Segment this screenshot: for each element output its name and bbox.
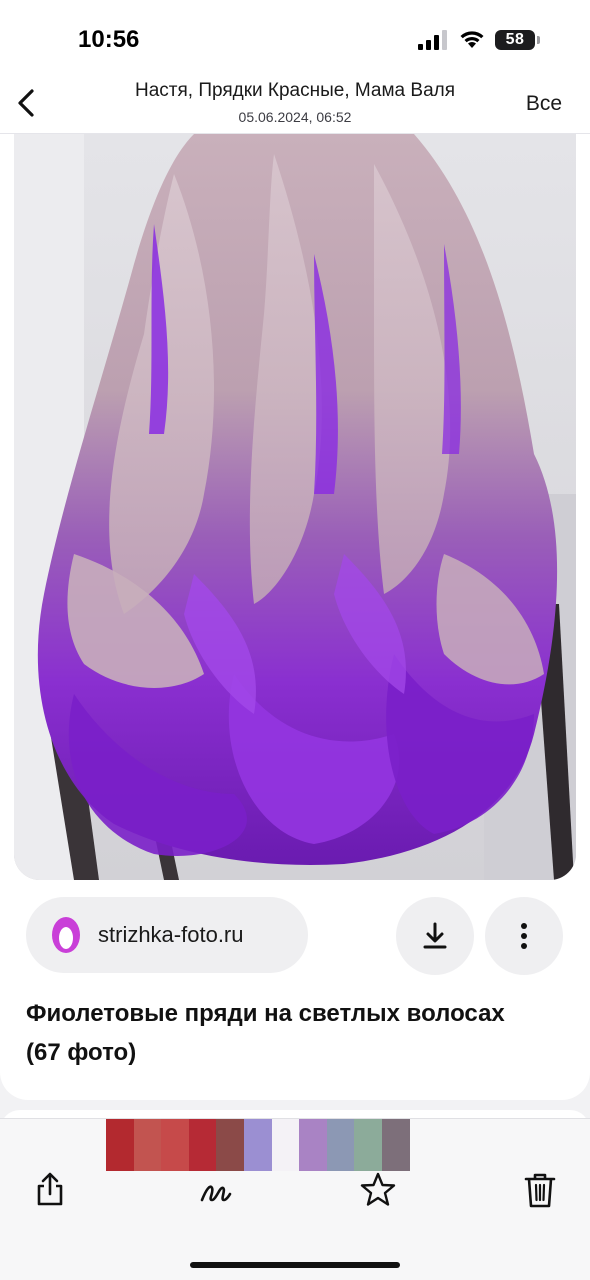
- page-title: Настя, Прядки Красные, Мама Валя: [134, 80, 456, 101]
- share-icon[interactable]: [30, 1170, 70, 1210]
- chevron-left-icon[interactable]: [12, 86, 42, 120]
- thumbnail-7[interactable]: [271, 1119, 300, 1171]
- pin-title: Фиолетовые пряди на светлых волосах (67 …: [26, 1000, 505, 1066]
- cellular-signal-icon: [418, 30, 447, 50]
- download-button[interactable]: [396, 897, 474, 975]
- all-button[interactable]: Все: [526, 92, 562, 116]
- status-bar: 10:56 58: [0, 0, 590, 80]
- thumbnail-6[interactable]: [243, 1119, 272, 1171]
- star-icon[interactable]: [358, 1170, 398, 1210]
- battery-icon: 58: [495, 30, 541, 50]
- thumbnail-2[interactable]: [133, 1119, 162, 1171]
- status-time: 10:56: [78, 26, 140, 53]
- home-indicator[interactable]: [190, 1262, 400, 1268]
- source-link[interactable]: strizhka-foto.ru: [26, 897, 308, 973]
- source-logo-icon: [52, 917, 80, 953]
- source-name: strizhka-foto.ru: [98, 922, 244, 947]
- wifi-icon: [460, 31, 484, 48]
- thumbnail-strip[interactable]: [106, 1119, 410, 1171]
- thumbnail-3[interactable]: [161, 1119, 189, 1171]
- page-subtitle: 05.06.2024, 06:52: [238, 109, 352, 125]
- markup-icon[interactable]: [196, 1170, 236, 1210]
- pin-image[interactable]: [14, 134, 576, 880]
- thumbnail-4[interactable]: [188, 1119, 217, 1171]
- thumbnail-5[interactable]: [216, 1119, 244, 1171]
- thumbnail-9[interactable]: [326, 1119, 355, 1171]
- more-options-button[interactable]: [485, 897, 563, 975]
- bottom-toolbar: [0, 1118, 590, 1280]
- battery-level: 58: [505, 31, 525, 48]
- thumbnail-1[interactable]: [106, 1119, 134, 1171]
- more-vertical-icon: [521, 923, 527, 949]
- thumbnail-11[interactable]: [381, 1119, 410, 1171]
- thumbnail-8[interactable]: [299, 1119, 327, 1171]
- download-icon: [423, 922, 447, 949]
- nav-header: Настя, Прядки Красные, Мама Валя 05.06.2…: [0, 72, 590, 134]
- thumbnail-10[interactable]: [354, 1119, 382, 1171]
- trash-icon[interactable]: [520, 1170, 560, 1210]
